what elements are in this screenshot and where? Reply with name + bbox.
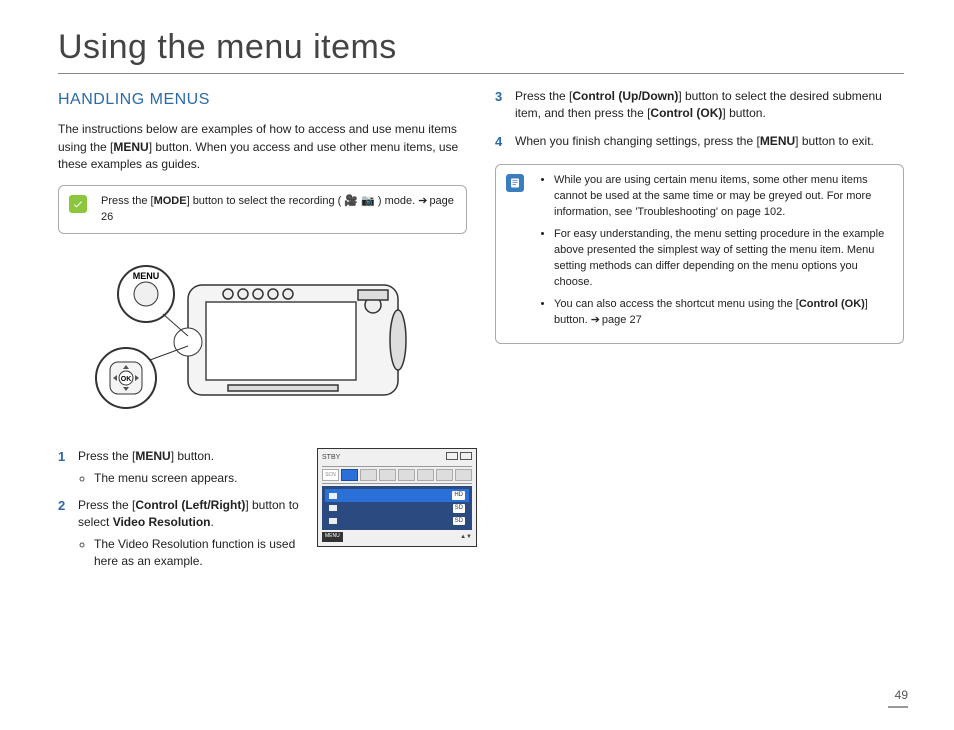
tip-mode-text: Press the [MODE] button to select the re… (101, 194, 456, 225)
step-1-sub: The menu screen appears. (94, 470, 301, 487)
step-2-text: Press the [Control (Left/Right)] button … (78, 498, 299, 529)
step-4: 4 When you finish changing settings, pre… (495, 133, 904, 150)
step-3-text: Press the [Control (Up/Down)] button to … (515, 89, 882, 120)
menu-row: SD (325, 515, 469, 528)
left-column: HANDLING MENUS The instructions below ar… (58, 88, 467, 580)
note-bullet-3: You can also access the shortcut menu us… (554, 297, 893, 329)
battery-icon (444, 452, 472, 464)
menu-button-label: MENU (322, 532, 343, 541)
page-number: 49 (888, 688, 908, 708)
step-1-text: Press the [MENU] button. (78, 449, 214, 463)
menu-label: MENU (133, 271, 160, 281)
camera-icon: 📷 (361, 195, 375, 207)
menu-row: SD (325, 502, 469, 515)
scroll-indicator: ▲▼ (460, 533, 472, 542)
menu-row-selected: HD (325, 489, 469, 502)
note-bullet-2: For easy understanding, the menu setting… (554, 227, 893, 291)
step-1: 1 Press the [MENU] button. The menu scre… (58, 448, 301, 487)
step-4-text: When you finish changing settings, press… (515, 134, 874, 148)
video-icon: 🎥 (344, 195, 358, 207)
intro-text: The instructions below are examples of h… (58, 121, 467, 173)
tip-box-notes: While you are using certain menu items, … (495, 164, 904, 343)
tab-resolution (341, 469, 358, 481)
camcorder-illustration: MENU OK (58, 250, 418, 430)
tip-box-mode: Press the [MODE] button to select the re… (58, 185, 467, 234)
title-rule (58, 73, 904, 74)
ok-label: OK (121, 376, 132, 383)
note-bullet-1: While you are using certain menu items, … (554, 173, 893, 221)
menu-screen-illustration: STBY SCN (317, 448, 467, 546)
note-icon (506, 174, 524, 192)
section-heading: HANDLING MENUS (58, 88, 467, 111)
menu-stby-label: STBY (322, 453, 340, 463)
check-icon (69, 195, 87, 213)
tab-scn: SCN (322, 469, 339, 481)
step-3: 3 Press the [Control (Up/Down)] button t… (495, 88, 904, 123)
step-2: 2 Press the [Control (Left/Right)] butto… (58, 497, 301, 571)
page-title: Using the menu items (58, 28, 904, 67)
step-2-sub: The Video Resolution function is used he… (94, 536, 301, 571)
menu-tabs: SCN (322, 466, 472, 484)
right-column: 3 Press the [Control (Up/Down)] button t… (495, 88, 904, 580)
